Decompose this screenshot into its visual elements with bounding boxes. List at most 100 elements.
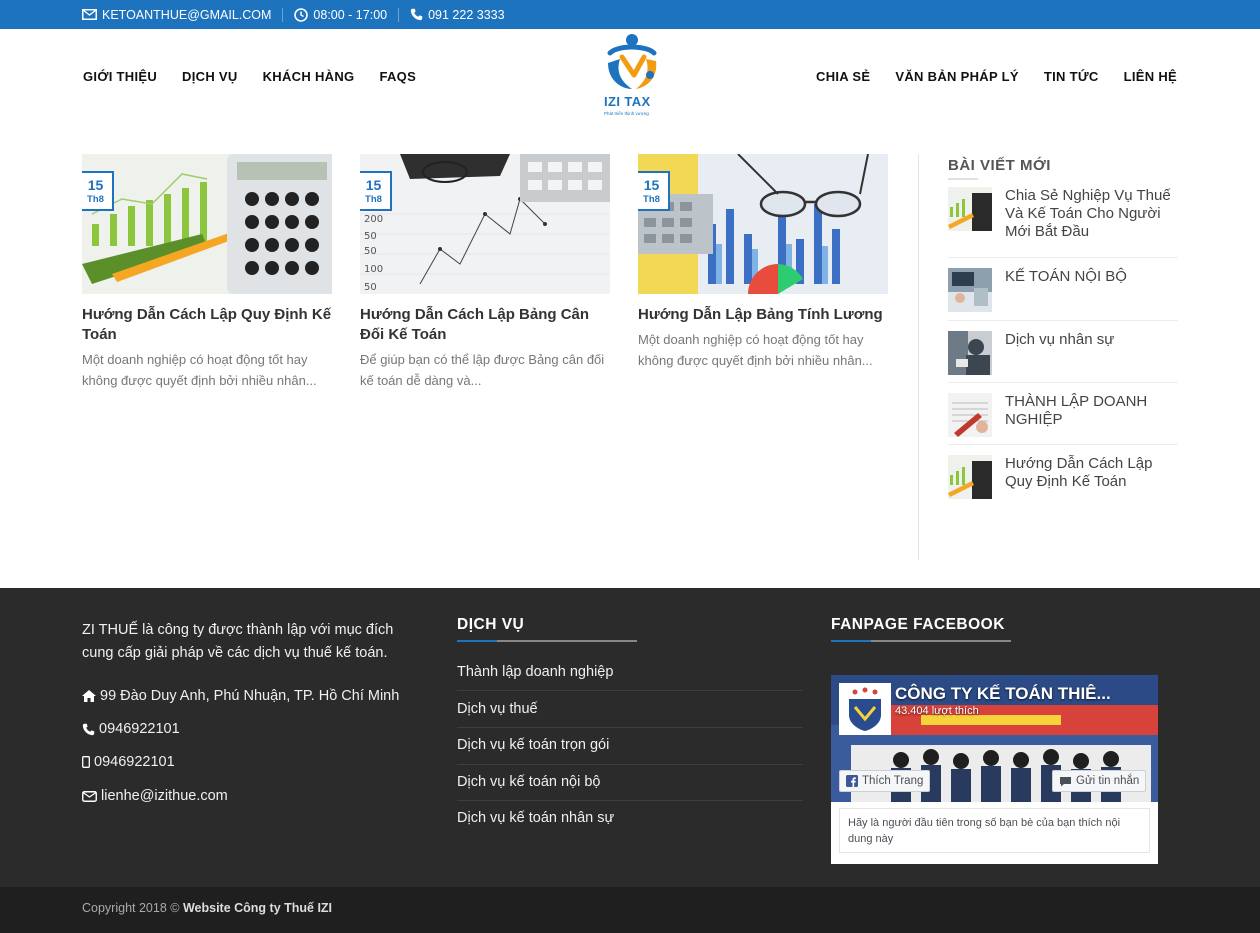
footer-phone-text: 0946922101: [99, 721, 180, 737]
svg-text:50: 50: [364, 282, 377, 293]
fb-like-page-button[interactable]: Thích Trang: [839, 770, 931, 792]
post-card[interactable]: 15 Th8 Hướng Dẫn Cách Lập Quy Định Kế To…: [82, 154, 332, 391]
recent-posts-sidebar: BÀI VIẾT MỚI Chia Sẻ Nghiệp Vụ Thuế Và K…: [918, 154, 1178, 560]
footer-fanpage-underline: [831, 640, 1011, 642]
footer-address-text: 99 Đào Duy Anh, Phú Nhuận, TP. Hồ Chí Mi…: [100, 688, 400, 704]
post-thumbnail[interactable]: 15 Th8: [82, 154, 332, 294]
post-thumbnail[interactable]: 15 Th8: [638, 154, 888, 294]
post-date-badge: 15 Th8: [360, 171, 392, 211]
clock-icon: [294, 7, 309, 22]
fb-send-message-label: Gửi tin nhắn: [1076, 775, 1140, 787]
svg-text:200: 200: [364, 214, 383, 225]
logo-mark-icon: [607, 34, 657, 89]
facebook-icon: [846, 775, 858, 787]
site-logo[interactable]: IZI TAX Phát triển thịnh vượng: [600, 31, 664, 121]
logo-brand-text: IZI TAX: [604, 94, 651, 109]
recent-post-title[interactable]: KẾ TOÁN NỘI BỘ: [1005, 268, 1127, 286]
sidebar-heading-rule: [948, 178, 978, 180]
mobile-icon: [82, 756, 90, 768]
recent-post-thumbnail[interactable]: [948, 393, 992, 437]
fb-page-avatar[interactable]: [839, 683, 891, 735]
post-date-month: Th8: [365, 194, 382, 205]
topbar-phone[interactable]: 091 222 3333: [410, 7, 505, 22]
copyright-site-link[interactable]: Website Công ty Thuế IZI: [183, 901, 332, 915]
post-date-badge: 15 Th8: [82, 171, 114, 211]
footer-service-link[interactable]: Dịch vụ kế toán trọn gói: [457, 737, 803, 753]
footer-fanpage-heading: FANPAGE FACEBOOK: [831, 616, 1005, 633]
recent-post-thumbnail[interactable]: [948, 187, 992, 231]
nav-item-lien-he[interactable]: LIÊN HỆ: [1124, 69, 1177, 84]
site-footer: ZI THUẾ là công ty được thành lập với mụ…: [0, 588, 1260, 887]
sidebar-divider: [948, 257, 1178, 258]
post-image-glasses-charts: [638, 154, 888, 294]
main-nav-right: CHIA SẺ VĂN BẢN PHÁP LÝ TIN TỨC LIÊN HỆ: [816, 69, 1177, 84]
topbar-email[interactable]: KETOANTHUE@GMAIL.COM: [82, 8, 271, 22]
footer-service-link[interactable]: Dịch vụ kế toán nội bộ: [457, 774, 803, 790]
post-date-day: 15: [87, 177, 104, 193]
phone-icon: [410, 8, 423, 21]
fb-page-likes: 43.404 lượt thích: [895, 705, 979, 717]
fb-page-name[interactable]: CÔNG TY KẾ TOÁN THIÊ...: [895, 684, 1111, 704]
footer-phone[interactable]: 0946922101: [82, 721, 180, 737]
post-excerpt: Một doanh nghiệp có hoạt động tốt hay kh…: [82, 352, 317, 388]
footer-mobile[interactable]: 0946922101: [82, 754, 175, 770]
post-image-chart-paper: 200 50 50 100 50: [360, 154, 610, 294]
topbar-phone-text: 091 222 3333: [428, 7, 505, 22]
topbar-divider: [398, 7, 400, 22]
post-excerpt: Một doanh nghiệp có hoạt động tốt hay kh…: [638, 332, 873, 368]
sidebar-divider: [948, 444, 1178, 445]
recent-post-title[interactable]: Hướng Dẫn Cách Lập Quy Định Kế Toán: [1005, 455, 1178, 491]
post-date-month: Th8: [87, 194, 104, 205]
recent-post-thumbnail[interactable]: [948, 268, 992, 312]
topbar-hours-text: 08:00 - 17:00: [313, 7, 388, 22]
topbar-divider: [282, 7, 284, 22]
recent-post-thumbnail[interactable]: [948, 331, 992, 375]
nav-item-dich-vu[interactable]: DỊCH VỤ: [182, 69, 238, 84]
svg-text:100: 100: [364, 264, 383, 275]
facebook-page-widget[interactable]: CÔNG TY KẾ TOÁN THIÊ... 43.404 lượt thíc…: [831, 675, 1158, 864]
post-card[interactable]: 200 50 50 100 50 15 Th8 Hướng Dẫn Cách Lập B…: [360, 154, 610, 391]
footer-email-text: lienhe@izithue.com: [101, 788, 228, 804]
recent-post-item[interactable]: KẾ TOÁN NỘI BỘ: [948, 268, 1178, 312]
post-image-calculator: [82, 154, 332, 294]
fb-send-message-button[interactable]: Gửi tin nhắn: [1052, 770, 1147, 792]
sidebar-divider: [948, 320, 1178, 321]
recent-post-item[interactable]: Chia Sẻ Nghiệp Vụ Thuế Và Kế Toán Cho Ng…: [948, 187, 1178, 241]
footer-services-heading: DỊCH VỤ: [457, 616, 525, 633]
recent-post-title[interactable]: THÀNH LẬP DOANH NGHIỆP: [1005, 393, 1178, 429]
post-title[interactable]: Hướng Dẫn Lập Bảng Tính Lương: [638, 305, 888, 325]
post-date-badge: 15 Th8: [638, 171, 670, 211]
nav-item-chia-se[interactable]: CHIA SẺ: [816, 69, 870, 84]
nav-item-khach-hang[interactable]: KHÁCH HÀNG: [263, 69, 355, 84]
fb-like-page-label: Thích Trang: [862, 775, 924, 787]
recent-post-thumbnail[interactable]: [948, 455, 992, 499]
nav-item-van-ban-phap-ly[interactable]: VĂN BẢN PHÁP LÝ: [895, 69, 1018, 84]
recent-post-item[interactable]: THÀNH LẬP DOANH NGHIỆP: [948, 393, 1178, 437]
recent-post-title[interactable]: Dịch vụ nhân sự: [1005, 331, 1114, 349]
phone-icon: [82, 723, 95, 735]
footer-about-text: ZI THUẾ là công ty được thành lập với mụ…: [82, 622, 394, 661]
recent-post-title[interactable]: Chia Sẻ Nghiệp Vụ Thuế Và Kế Toán Cho Ng…: [1005, 187, 1178, 241]
copyright-bar: Copyright 2018 © Website Công ty Thuế IZ…: [0, 887, 1260, 933]
footer-service-divider: [457, 800, 803, 801]
recent-post-item[interactable]: Dịch vụ nhân sự: [948, 331, 1178, 375]
recent-post-item[interactable]: Hướng Dẫn Cách Lập Quy Định Kế Toán: [948, 455, 1178, 499]
post-date-day: 15: [365, 177, 382, 193]
fb-cover-image[interactable]: CÔNG TY KẾ TOÁN THIÊ... 43.404 lượt thíc…: [831, 675, 1158, 802]
post-title[interactable]: Hướng Dẫn Cách Lập Quy Định Kế Toán: [82, 305, 332, 345]
topbar-email-text: KETOANTHUE@GMAIL.COM: [102, 7, 272, 22]
topbar-hours: 08:00 - 17:00: [294, 8, 387, 22]
footer-service-link[interactable]: Thành lập doanh nghiệp: [457, 664, 803, 680]
fb-friends-note: Hãy là người đầu tiên trong số bạn bè củ…: [839, 808, 1150, 853]
nav-item-gioi-thieu[interactable]: GIỚI THIỆU: [83, 69, 157, 84]
post-card[interactable]: 15 Th8 Hướng Dẫn Lập Bảng Tính Lương Một…: [638, 154, 888, 371]
footer-service-divider: [457, 690, 803, 691]
nav-item-tin-tuc[interactable]: TIN TỨC: [1044, 69, 1099, 84]
footer-service-link[interactable]: Dịch vụ thuế: [457, 701, 803, 717]
post-thumbnail[interactable]: 200 50 50 100 50 15 Th8: [360, 154, 610, 294]
footer-email[interactable]: lienhe@izithue.com: [82, 788, 228, 804]
post-title[interactable]: Hướng Dẫn Cách Lập Bảng Cân Đối Kế Toán: [360, 305, 610, 345]
envelope-icon: [82, 790, 97, 802]
nav-item-faqs[interactable]: FAQS: [379, 69, 416, 84]
footer-service-link[interactable]: Dịch vụ kế toán nhân sự: [457, 810, 803, 826]
